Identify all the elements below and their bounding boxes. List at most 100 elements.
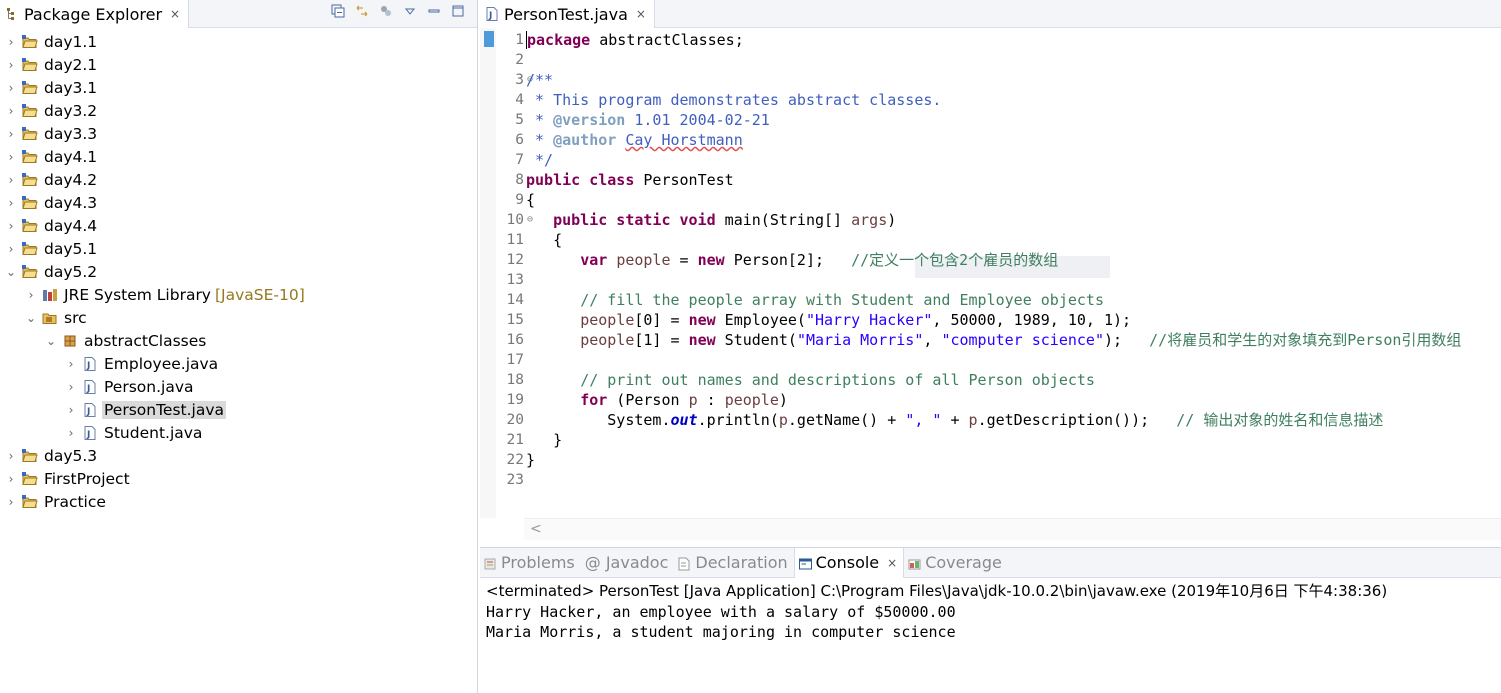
tree-item-day2-1[interactable]: › day2.1 [0, 53, 477, 76]
tree-item-package-abstractclasses[interactable]: ⌄ abstractClasses [0, 329, 477, 352]
keyword: new [688, 311, 716, 329]
close-icon[interactable]: × [887, 556, 897, 570]
javadoc-text: * This program demonstrates abstract cla… [526, 91, 942, 109]
chevron-right-icon[interactable]: › [4, 81, 18, 95]
maximize-icon[interactable] [451, 4, 465, 18]
line-number: 23 [506, 472, 524, 488]
tree-item-person-java[interactable]: › J Person.java [0, 375, 477, 398]
tree-item-day3-2[interactable]: › day3.2 [0, 99, 477, 122]
tree-item-day3-1[interactable]: › day3.1 [0, 76, 477, 99]
tab-javadoc[interactable]: @ Javadoc [581, 548, 675, 578]
line-number: 4 [515, 92, 524, 108]
code-text: ) [887, 211, 897, 229]
code-text: System. [607, 411, 671, 429]
tab-coverage[interactable]: Coverage [904, 548, 1008, 578]
view-menu-icon[interactable] [403, 4, 417, 18]
tab-label: Console [815, 553, 880, 572]
scroll-left-icon[interactable]: < [530, 521, 542, 537]
tree-item-day3-3[interactable]: › day3.3 [0, 122, 477, 145]
chevron-right-icon[interactable]: › [64, 403, 78, 417]
focus-icon[interactable] [379, 4, 393, 18]
tree-item-day4-4[interactable]: › day4.4 [0, 214, 477, 237]
link-with-editor-icon[interactable] [355, 4, 369, 18]
chevron-right-icon[interactable]: › [4, 196, 18, 210]
tab-console[interactable]: Console × [793, 547, 905, 578]
declaration-icon [678, 556, 690, 570]
chevron-right-icon[interactable]: › [64, 426, 78, 440]
chevron-right-icon[interactable]: › [4, 35, 18, 49]
code-text: , [923, 331, 942, 349]
minimize-icon[interactable] [427, 4, 441, 18]
tree-item-persontest-java[interactable]: › J PersonTest.java [0, 398, 477, 421]
tree-item-firstproject[interactable]: › FirstProject [0, 467, 477, 490]
project-folder-icon [22, 149, 38, 164]
code-area[interactable]: package abstractClasses; /** * This prog… [526, 30, 1501, 490]
chevron-right-icon[interactable]: › [4, 58, 18, 72]
tab-package-explorer[interactable]: Package Explorer × [0, 0, 190, 28]
tree-item-student-java[interactable]: › J Student.java [0, 421, 477, 444]
tab-declaration[interactable]: Declaration [674, 548, 793, 578]
tree-item-label: day3.2 [44, 101, 98, 120]
chevron-right-icon[interactable]: › [64, 380, 78, 394]
tree-item-label: day4.2 [44, 170, 98, 189]
tree-item-day5-2[interactable]: ⌄ day5.2 [0, 260, 477, 283]
tree-item-day5-1[interactable]: › day5.1 [0, 237, 477, 260]
tree-item-employee-java[interactable]: › J Employee.java [0, 352, 477, 375]
horizontal-scrollbar[interactable]: < [524, 518, 1501, 540]
code-line: people[1] = new Student("Maria Morris", … [526, 330, 1501, 350]
chevron-right-icon[interactable]: › [24, 288, 38, 302]
comment: // fill the people array with Student an… [580, 291, 1104, 309]
tree-item-practice[interactable]: › Practice [0, 490, 477, 513]
close-icon[interactable]: × [636, 7, 646, 21]
console-output[interactable]: Harry Hacker, an employee with a salary … [486, 602, 956, 642]
chevron-right-icon[interactable]: › [4, 242, 18, 256]
string-literal: "Maria Morris" [796, 331, 924, 349]
chevron-right-icon[interactable]: › [4, 449, 18, 463]
code-text: { [526, 231, 563, 249]
chevron-right-icon[interactable]: › [4, 173, 18, 187]
tree-item-label: day5.2 [44, 262, 98, 281]
code-line: { [526, 190, 1501, 210]
code-line: { [526, 230, 1501, 250]
java-file-icon: J [82, 402, 98, 417]
code-line: var people = new Person[2]; //定义一个包含2个雇员… [526, 250, 1501, 270]
tree-item-jre-library[interactable]: › JRE System Library [JavaSE-10] [0, 283, 477, 306]
chevron-down-icon[interactable]: ⌄ [44, 334, 58, 348]
tree-item-day1-1[interactable]: › day1.1 [0, 30, 477, 53]
chevron-right-icon[interactable]: › [4, 472, 18, 486]
console-tabbar: Problems @ Javadoc Declaration Console ×… [480, 547, 1501, 578]
editor-tabbar: J PersonTest.java × [480, 0, 1501, 28]
chevron-right-icon[interactable]: › [4, 127, 18, 141]
tab-problems[interactable]: Problems [480, 548, 581, 578]
collapse-all-icon[interactable] [331, 4, 345, 18]
chevron-right-icon[interactable]: › [64, 357, 78, 371]
tree-item-label: Employee.java [104, 354, 219, 373]
tree-item-src[interactable]: ⌄ src [0, 306, 477, 329]
overview-ruler[interactable] [480, 28, 496, 518]
code-text: Employee( [715, 311, 806, 329]
chevron-right-icon[interactable]: › [4, 495, 18, 509]
source-folder-icon [42, 311, 58, 325]
tree-item-label: day3.1 [44, 78, 98, 97]
tree-item-label: src [64, 308, 87, 327]
code-line: } [526, 430, 1501, 450]
tab-persontest-java[interactable]: J PersonTest.java × [480, 0, 655, 28]
chevron-down-icon[interactable]: ⌄ [24, 311, 38, 325]
line-number: 20 [506, 412, 524, 428]
chevron-down-icon[interactable]: ⌄ [4, 265, 18, 279]
chevron-right-icon[interactable]: › [4, 104, 18, 118]
tree-item-day4-3[interactable]: › day4.3 [0, 191, 477, 214]
javadoc-tag: @version [553, 111, 626, 129]
tree-item-day4-1[interactable]: › day4.1 [0, 145, 477, 168]
chevron-right-icon[interactable]: › [4, 219, 18, 233]
tree-item-day4-2[interactable]: › day4.2 [0, 168, 477, 191]
tree-item-label: FirstProject [44, 469, 130, 488]
code-text: } [526, 451, 536, 469]
chevron-right-icon[interactable]: › [4, 150, 18, 164]
tree-item-day5-3[interactable]: › day5.3 [0, 444, 477, 467]
local-variable: p [688, 391, 698, 409]
close-icon[interactable]: × [170, 7, 180, 21]
